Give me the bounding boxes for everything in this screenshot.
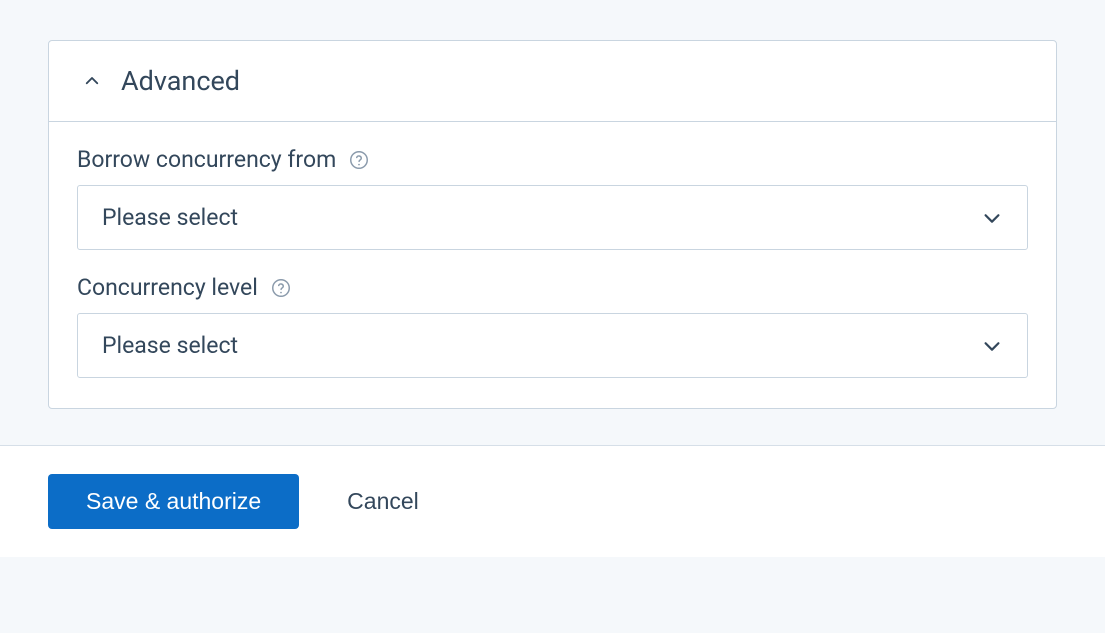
concurrency-level-value: Please select: [102, 332, 238, 359]
concurrency-level-select[interactable]: Please select: [77, 313, 1028, 378]
borrow-concurrency-value: Please select: [102, 204, 238, 231]
field-label-row: Concurrency level: [77, 274, 1028, 301]
borrow-concurrency-label: Borrow concurrency from: [77, 146, 336, 173]
field-label-row: Borrow concurrency from: [77, 146, 1028, 173]
advanced-panel: Advanced Borrow concurrency from Please …: [48, 40, 1057, 409]
save-authorize-button[interactable]: Save & authorize: [48, 474, 299, 529]
panel-body: Borrow concurrency from Please select: [49, 122, 1056, 408]
panel-title: Advanced: [121, 65, 240, 97]
help-icon[interactable]: [270, 277, 292, 299]
chevron-down-icon: [981, 335, 1003, 357]
help-icon[interactable]: [348, 149, 370, 171]
footer: Save & authorize Cancel: [0, 445, 1105, 557]
concurrency-level-label: Concurrency level: [77, 274, 258, 301]
main-area: Advanced Borrow concurrency from Please …: [0, 0, 1105, 445]
cancel-button[interactable]: Cancel: [347, 474, 419, 529]
concurrency-level-field: Concurrency level Please select: [77, 274, 1028, 378]
borrow-concurrency-select[interactable]: Please select: [77, 185, 1028, 250]
chevron-up-icon: [83, 72, 101, 90]
chevron-down-icon: [981, 207, 1003, 229]
borrow-concurrency-field: Borrow concurrency from Please select: [77, 146, 1028, 250]
panel-header[interactable]: Advanced: [49, 41, 1056, 122]
